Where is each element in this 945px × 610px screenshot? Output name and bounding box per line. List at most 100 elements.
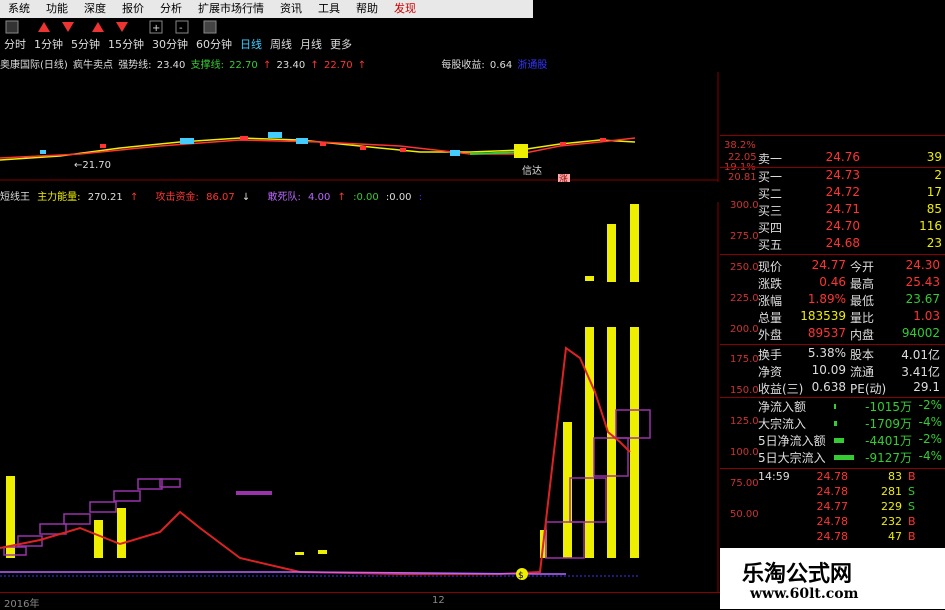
menu-discover[interactable]: 发现	[386, 0, 424, 18]
candles	[40, 132, 606, 158]
tab-1min[interactable]: 1分钟	[30, 36, 67, 54]
quote-sell-row: 卖一 24.76 39	[720, 150, 945, 167]
yellow-bars	[6, 204, 639, 558]
eps-label: 每股收益:	[441, 60, 485, 71]
stock-title: 奥康国际(日线)	[0, 60, 68, 71]
tick-time: 14:59	[758, 470, 790, 483]
menu-extended-market[interactable]: 扩展市场行情	[190, 0, 272, 18]
tab-5min[interactable]: 5分钟	[67, 36, 104, 54]
stat-value: 25.43	[905, 275, 940, 289]
axis-month: 12	[432, 595, 445, 606]
quote-buy-row: 买一 24.73 2	[720, 168, 945, 185]
tab-weekly[interactable]: 周线	[266, 36, 296, 54]
flow-label: 净流入额	[758, 400, 807, 414]
tick-side: S	[908, 500, 915, 513]
flow-bar	[834, 404, 836, 409]
tick-volume: 229	[881, 500, 902, 513]
settings-icon[interactable]	[203, 20, 217, 34]
down-arrow-icon[interactable]	[116, 22, 128, 32]
watermark: 乐淘公式网 www.60lt.com	[720, 548, 945, 609]
menu-tools[interactable]: 工具	[310, 0, 348, 18]
stat-label: 量比	[850, 311, 875, 325]
stat-value: 1.03	[913, 309, 940, 323]
quote-label: 买三	[758, 204, 783, 218]
gold-marker-icon	[514, 144, 528, 158]
quote-volume: 116	[919, 219, 942, 233]
price-chart[interactable]: ←21.70 信达 涨	[0, 72, 720, 182]
tick-volume: 47	[888, 530, 902, 543]
quote-label: 卖一	[758, 152, 783, 166]
tick-side: S	[908, 485, 915, 498]
flow-pct: -4%	[918, 415, 942, 429]
menu-quote[interactable]: 报价	[114, 0, 152, 18]
menu-system[interactable]: 系统	[0, 0, 38, 18]
quote-volume: 39	[926, 150, 942, 164]
tab-timeshare[interactable]: 分时	[0, 36, 30, 54]
menu-analysis[interactable]: 分析	[152, 0, 190, 18]
stat-value: 3.41亿	[901, 365, 940, 379]
quote-label: 买四	[758, 221, 783, 235]
stat-label: PE(动)	[850, 382, 887, 396]
flow-label: 5日大宗流入	[758, 451, 826, 465]
support-line-value: 22.70	[229, 60, 258, 71]
quote-volume: 85	[926, 202, 942, 216]
quote-volume: 17	[926, 185, 942, 199]
eps-value: 0.64	[489, 60, 513, 71]
strong-line-value: 23.40	[156, 60, 186, 71]
rise-label: 涨	[559, 174, 568, 182]
flow-label: 大宗流入	[758, 417, 807, 431]
tick-row: 24.78 281 S	[758, 485, 943, 500]
menu-bar: 系统 功能 深度 报价 分析 扩展市场行情 资讯 工具 帮助 发现	[0, 0, 533, 18]
stat-label: 涨跌	[758, 277, 783, 291]
stat-row: 外盘 89537 内盘 94002	[758, 326, 943, 343]
quote-price: 24.68	[825, 236, 860, 250]
home-icon[interactable]	[5, 20, 19, 34]
menu-depth[interactable]: 深度	[76, 0, 114, 18]
stat-value: 5.38%	[807, 346, 846, 360]
tick-row: 24.77 229 S	[758, 500, 943, 515]
main-chart-header: 奥康国际(日线) 疯牛卖点 强势线: 23.40 支撑线: 22.70 ↑ 23…	[0, 56, 547, 72]
stat-value: 94002	[901, 326, 940, 340]
quote-label: 买五	[758, 238, 783, 252]
stat-row: 净资 10.09 流通 3.41亿	[758, 363, 943, 380]
tab-60min[interactable]: 60分钟	[192, 36, 236, 54]
low-label: ←21.70	[74, 160, 111, 171]
stat-value: 29.1	[913, 380, 940, 394]
menu-news[interactable]: 资讯	[272, 0, 310, 18]
tick-price: 24.78	[816, 470, 849, 483]
tab-daily[interactable]: 日线	[236, 36, 266, 54]
up-arrow-icon[interactable]	[38, 22, 50, 32]
up-arrow-icon: ↑	[310, 60, 319, 71]
value-3: 23.40	[276, 60, 306, 71]
down-arrow-icon[interactable]	[62, 22, 74, 32]
tab-more[interactable]: 更多	[326, 36, 356, 54]
tick-side: B	[908, 470, 916, 483]
indicator-chart[interactable]: $	[0, 202, 720, 592]
menu-function[interactable]: 功能	[38, 0, 76, 18]
flows-block: 净流入额 -1015万 -2% 大宗流入 -1709万 -4% 5日净流入额 -…	[758, 398, 943, 466]
indicator-name: 疯牛卖点	[73, 60, 113, 71]
stat-label: 总量	[758, 311, 783, 325]
quote-buy-row: 买五 24.68 23	[720, 236, 945, 253]
tab-30min[interactable]: 30分钟	[148, 36, 192, 54]
tick-price: 24.78	[816, 485, 849, 498]
stats-block: 现价 24.77 今开 24.30 涨跌 0.46 最高 25.43 涨幅 1.…	[758, 258, 943, 343]
menu-help[interactable]: 帮助	[348, 0, 386, 18]
up-arrow-icon[interactable]	[92, 22, 104, 32]
extra-label: 浙通股	[517, 60, 548, 71]
quote-buy-row: 买三 24.71 85	[720, 202, 945, 219]
stat-value: 24.77	[811, 258, 846, 272]
tab-15min[interactable]: 15分钟	[104, 36, 148, 54]
zoom-in-icon[interactable]: +	[149, 20, 163, 34]
flow-row: 5日净流入额 -4401万 -2%	[758, 432, 943, 449]
sub-y-tick: 50.00	[730, 509, 759, 520]
tab-monthly[interactable]: 月线	[296, 36, 326, 54]
quote-price: 24.76	[825, 150, 860, 164]
stat-row: 涨跌 0.46 最高 25.43	[758, 275, 943, 292]
svg-text:-: -	[179, 23, 183, 34]
stat-label: 现价	[758, 260, 783, 274]
reach-label: 信达	[522, 165, 542, 177]
zoom-out-icon[interactable]: -	[175, 20, 189, 34]
tick-row: 14:59 24.78 83 B	[758, 470, 943, 485]
tick-row: 24.78 47 B	[758, 530, 943, 545]
